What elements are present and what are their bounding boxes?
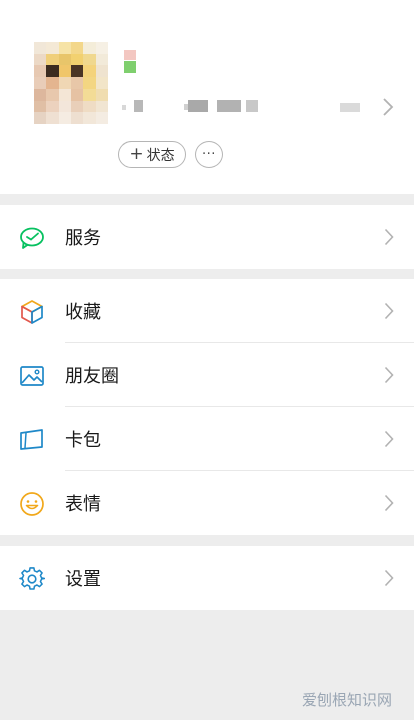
settings-group: 设置 [0,546,414,610]
more-button[interactable]: ··· [195,141,223,168]
wechat-id-pixelated [120,100,370,114]
add-status-button[interactable]: + 状态 [118,141,186,168]
menu-item-services[interactable]: 服务 [0,205,414,269]
chevron-right-icon [384,228,394,246]
menu-label-favorites: 收藏 [65,302,101,323]
profile-header[interactable]: + 状态 ··· [0,0,414,194]
chevron-right-icon [384,302,394,320]
menu-item-cards[interactable]: 卡包 [0,407,414,471]
menu-label-settings: 设置 [65,569,101,590]
menu-item-favorites[interactable]: 收藏 [0,279,414,343]
smiley-face-icon [20,492,44,516]
features-group: 收藏 朋友圈 卡包 表情 [0,279,414,535]
chevron-right-icon [384,430,394,448]
services-group: 服务 [0,205,414,269]
chevron-right-icon [384,366,394,384]
watermark-text: 爱刨根知识网 [301,691,392,709]
card-wallet-icon [20,429,43,450]
more-icon: ··· [202,147,216,162]
chevron-right-icon [384,569,394,587]
menu-item-stickers[interactable]: 表情 [0,471,414,535]
menu-label-services: 服务 [65,228,101,249]
chevron-right-icon [384,494,394,512]
services-icon [20,227,44,249]
chevron-right-icon [383,98,394,116]
menu-label-moments: 朋友圈 [65,366,119,387]
nickname-pixelated [124,50,136,74]
plus-icon: + [129,144,144,164]
menu-label-cards: 卡包 [65,430,101,451]
favorites-cube-icon [21,300,43,324]
avatar[interactable] [34,42,108,124]
menu-label-stickers: 表情 [65,494,101,515]
status-label: 状态 [146,147,175,164]
menu-item-settings[interactable]: 设置 [0,546,414,610]
menu-item-moments[interactable]: 朋友圈 [0,343,414,407]
moments-picture-icon [20,366,44,386]
gear-icon [19,567,45,590]
